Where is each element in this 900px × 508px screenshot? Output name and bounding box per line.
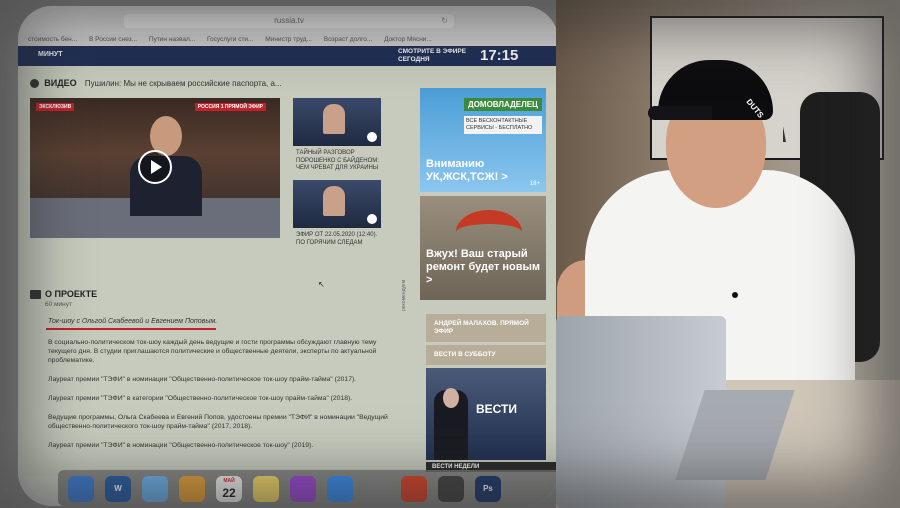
recommend-list: АНДРЕЙ МАЛАХОВ. ПРЯМОЙ ЭФИР ВЕСТИ В СУББ… bbox=[426, 314, 546, 368]
site-header: МИНУТ СМОТРИТЕ В ЭФИРЕ СЕГОДНЯ 17:15 bbox=[18, 46, 558, 66]
live-label-line1: СМОТРИТЕ В ЭФИРЕ bbox=[398, 48, 467, 55]
cap-bill bbox=[648, 106, 712, 120]
messages-icon[interactable] bbox=[142, 476, 168, 502]
appstore-icon[interactable] bbox=[327, 476, 353, 502]
address-bar[interactable]: russia.tv ↻ bbox=[124, 14, 454, 28]
project-title: О ПРОЕКТЕ bbox=[45, 289, 98, 299]
podcasts-icon[interactable] bbox=[290, 476, 316, 502]
recommend-label: рекомендуем bbox=[401, 279, 407, 311]
finalcut-icon[interactable] bbox=[438, 476, 464, 502]
ad-subtitle: ВСЕ ВЕСКОНТАКТНЫЕ СЕРВИСЫ - БЕСПЛАТНО bbox=[464, 116, 542, 134]
ad-banner[interactable]: Вжух! Ваш старый ремонт будет новым > bbox=[420, 196, 546, 300]
photoshop-icon[interactable]: Ps bbox=[475, 476, 501, 502]
ad-banner[interactable]: ДОМОВЛАДЕЛЕЦ ВСЕ ВЕСКОНТАКТНЫЕ СЕРВИСЫ -… bbox=[420, 88, 546, 192]
bookmark-item[interactable]: Путин назвал... bbox=[149, 36, 195, 43]
ad-headline: Вжух! Ваш старый ремонт будет новым > bbox=[426, 248, 541, 286]
project-paragraph: Лауреат премии "ТЭФИ" в категории "Общес… bbox=[48, 395, 353, 402]
lapel-mic-icon bbox=[732, 292, 738, 298]
macos-dock: W МАЙ 22 Ps bbox=[58, 470, 558, 506]
url-text: russia.tv bbox=[274, 16, 304, 25]
bookmark-item[interactable]: стоимость бен... bbox=[28, 36, 77, 43]
bookmark-item[interactable]: Возраст долго... bbox=[324, 36, 372, 43]
recommend-image-title: ВЕСТИ bbox=[476, 402, 517, 416]
channel-badge: РОССИЯ 1 ПРЯМОЙ ЭФИР bbox=[194, 103, 266, 111]
project-paragraph: Лауреат премии "ТЭФИ" в номинации "Общес… bbox=[48, 442, 314, 449]
finder-icon[interactable] bbox=[68, 476, 94, 502]
play-icon[interactable] bbox=[367, 132, 377, 142]
calendar-day: 22 bbox=[222, 486, 236, 500]
recommend-image[interactable]: ВЕСТИ bbox=[426, 368, 546, 460]
notes-icon[interactable] bbox=[253, 476, 279, 502]
ad-headline: Вниманию УК,ЖСК,ТСЖ! > bbox=[426, 158, 508, 183]
recommend-item[interactable]: АНДРЕЙ МАЛАХОВ. ПРЯМОЙ ЭФИР bbox=[426, 314, 546, 342]
play-icon[interactable] bbox=[367, 214, 377, 224]
recommend-item[interactable]: ВЕСТИ В СУББОТУ bbox=[426, 345, 546, 365]
live-label[interactable]: СМОТРИТЕ В ЭФИРЕ СЕГОДНЯ bbox=[398, 48, 466, 64]
exclusive-badge: ЭКСКЛЮЗИВ bbox=[36, 103, 75, 111]
show-label: МИНУТ bbox=[38, 51, 63, 58]
bookmark-item[interactable]: Доктор Мясни... bbox=[384, 36, 432, 43]
ad-brand: ДОМОВЛАДЕЛЕЦ bbox=[464, 98, 542, 111]
bookmark-item[interactable]: Министр труд... bbox=[265, 36, 312, 43]
video-section-title: ВИДЕО bbox=[44, 78, 77, 88]
settings-icon[interactable] bbox=[364, 476, 390, 502]
play-button-icon[interactable] bbox=[138, 150, 172, 184]
clock: 17:15 bbox=[480, 47, 519, 64]
project-paragraph: В социально-политическом ток-шоу каждый … bbox=[48, 339, 377, 364]
video-section-icon bbox=[30, 79, 39, 89]
tv-icon bbox=[30, 290, 41, 299]
project-duration: 60 минут bbox=[45, 301, 72, 308]
mouse-cursor-icon: ↖ bbox=[318, 280, 325, 289]
page-content: ВИДЕО Пушилин: Мы не скрываем российские… bbox=[18, 66, 558, 476]
live-label-line2: СЕГОДНЯ bbox=[398, 56, 430, 63]
bookmarks-bar: стоимость бен... В России снез... Путин … bbox=[18, 34, 558, 46]
main-video-player[interactable]: ЭКСКЛЮЗИВ РОССИЯ 1 ПРЯМОЙ ЭФИР bbox=[30, 98, 280, 238]
project-hosts: Ток-шоу с Ольгой Скабеевой и Евгением По… bbox=[48, 318, 218, 325]
calendar-month: МАЙ bbox=[223, 478, 235, 484]
red-underline bbox=[46, 328, 216, 330]
video-frame: russia.tv ↻ стоимость бен... В России сн… bbox=[0, 0, 900, 508]
video-headline[interactable]: Пушилин: Мы не скрываем российские паспо… bbox=[85, 79, 282, 88]
reload-icon[interactable]: ↻ bbox=[441, 14, 448, 28]
browser-toolbar: russia.tv ↻ bbox=[18, 6, 558, 34]
word-icon[interactable]: W bbox=[105, 476, 131, 502]
bookmark-item[interactable]: Госуслуги сти... bbox=[207, 36, 254, 43]
project-paragraph: Ведущие программы, Ольга Скабеева и Евге… bbox=[48, 414, 388, 430]
thumbnail-caption[interactable]: ТАЙНЫЙ РАЗГОВОР ПОРОШЕНКО С БАЙДЕНОМ: ЧЕ… bbox=[296, 150, 382, 173]
chrome-icon[interactable] bbox=[401, 476, 427, 502]
age-rating: 18+ bbox=[529, 181, 540, 187]
photos-icon[interactable] bbox=[179, 476, 205, 502]
project-paragraph: Лауреат премии "ТЭФИ" в номинации "Общес… bbox=[48, 376, 357, 383]
video-thumbnail[interactable] bbox=[293, 180, 381, 228]
thumbnail-caption[interactable]: ЭФИР ОТ 22.05.2020 (12:40). ПО ГОРЯЧИМ С… bbox=[296, 232, 382, 247]
video-thumbnail[interactable] bbox=[293, 98, 381, 146]
calendar-icon[interactable]: МАЙ 22 bbox=[216, 476, 242, 502]
browser-screen: russia.tv ↻ стоимость бен... В России сн… bbox=[18, 6, 558, 506]
video-heading: ВИДЕО Пушилин: Мы не скрываем российские… bbox=[30, 78, 282, 89]
host-figure bbox=[434, 388, 468, 460]
bookmark-item[interactable]: В России снез... bbox=[89, 36, 137, 43]
